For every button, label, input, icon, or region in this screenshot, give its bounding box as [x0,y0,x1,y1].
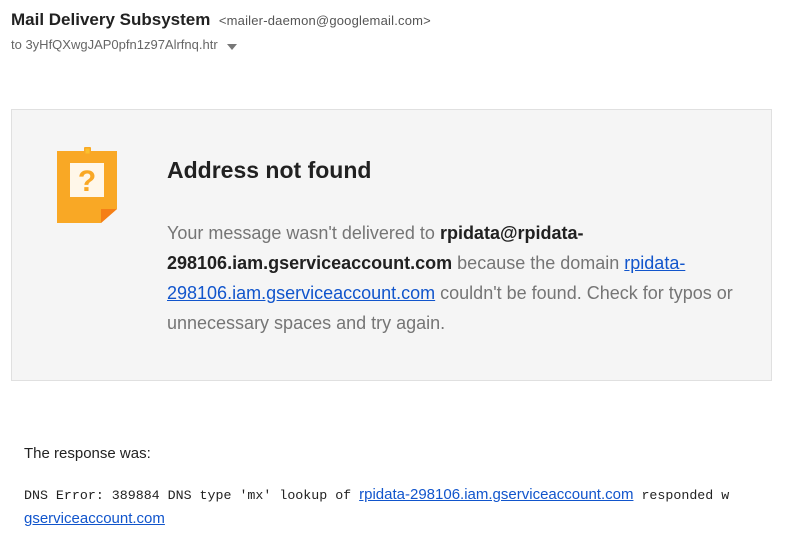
card-title: Address not found [167,157,372,183]
sender-name[interactable]: Mail Delivery Subsystem [11,10,210,29]
response-label: The response was: [24,445,151,462]
sender-email: <mailer-daemon@googlemail.com> [218,13,431,28]
body-text-2: because the domain [452,253,625,273]
dns-error-line-continued: gserviceaccount.com [24,510,165,527]
email-view: Mail Delivery Subsystem <mailer-daemon@g… [0,0,802,537]
chevron-down-icon[interactable] [227,38,238,53]
dns-domain-link[interactable]: rpidata-298106.iam.gserviceaccount.com [359,486,633,503]
dns-prefix: DNS Error: 389884 DNS type 'mx' lookup o… [24,488,360,503]
question-note-icon: ? [57,147,119,230]
dns-suffix: responded w [633,488,730,503]
svg-text:?: ? [78,165,96,198]
dns-error-line: DNS Error: 389884 DNS type 'mx' lookup o… [24,486,729,503]
card-body: Your message wasn't delivered to rpidata… [167,218,757,338]
bounce-notice-card: ? Address not found Your message wasn't … [11,109,772,381]
dns-domain-link-continued[interactable]: gserviceaccount.com [24,510,165,527]
body-text-1: Your message wasn't delivered to [167,223,440,243]
recipient-details-toggle[interactable]: to 3yHfQXwgJAP0pfn1z97Alrfnq.htr [11,37,238,53]
to-line: to 3yHfQXwgJAP0pfn1z97Alrfnq.htr [11,37,218,52]
sender-row: Mail Delivery Subsystem <mailer-daemon@g… [11,10,431,30]
